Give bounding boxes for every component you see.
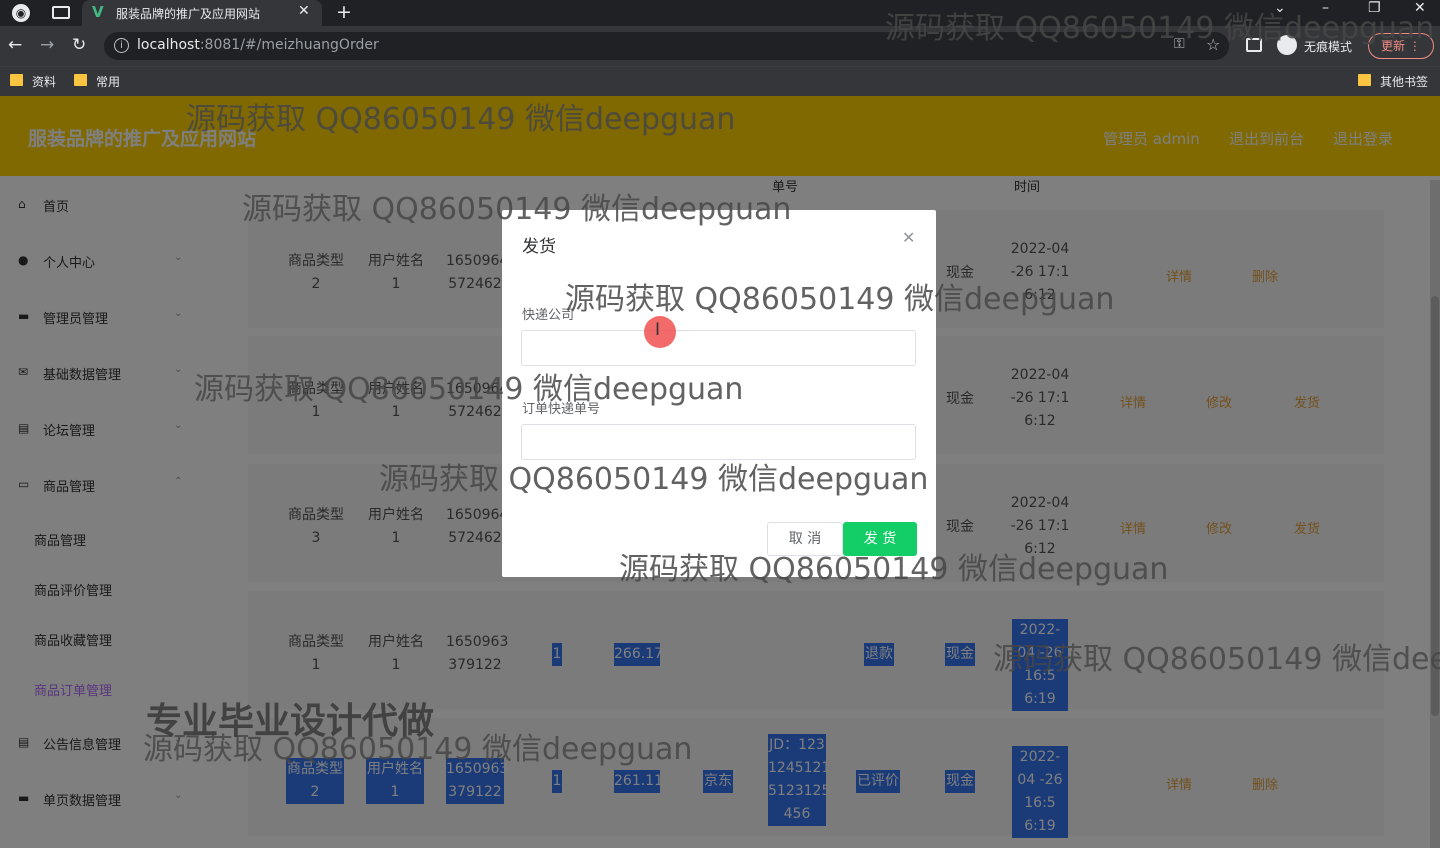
tab-close-icon[interactable]: ✕ [298, 3, 310, 19]
express-company-label: 快递公司 [522, 308, 575, 323]
reload-icon[interactable]: ↻ [72, 35, 86, 55]
bookmark-label: 常用 [96, 75, 121, 89]
address-bar[interactable]: i localhost:8081/#/meizhuangOrder ⚿ ☆ [104, 32, 1229, 60]
cancel-button[interactable]: 取 消 [767, 522, 843, 556]
tab-title: 服装品牌的推广及应用网站 [116, 7, 261, 21]
chrome-menu-icon[interactable]: ◉ [12, 4, 30, 22]
dialog-title: 发货 [522, 237, 556, 257]
bookmark-label: 其他书签 [1380, 75, 1429, 89]
bookmark-star-icon[interactable]: ☆ [1206, 35, 1220, 54]
password-key-icon[interactable]: ⚿ [1174, 36, 1185, 52]
minimize-icon[interactable]: – [1322, 0, 1329, 16]
ship-dialog: 发货 ✕ 快递公司 订单快递单号 取 消 发 货 [502, 210, 936, 577]
other-bookmarks[interactable]: 其他书签 [1358, 73, 1428, 90]
side-panel-icon[interactable] [1246, 38, 1262, 52]
restore-icon[interactable]: ❐ [1368, 0, 1381, 16]
bookmark-folder-changyong[interactable]: 常用 [74, 73, 120, 90]
bookmark-label: 资料 [32, 75, 57, 89]
folder-icon [74, 74, 87, 86]
ship-confirm-button[interactable]: 发 货 [843, 522, 917, 556]
incognito-icon[interactable] [1277, 35, 1297, 55]
tab-search-icon[interactable] [52, 6, 70, 19]
express-company-input[interactable] [521, 330, 916, 366]
vue-favicon-icon: V [92, 3, 104, 21]
folder-icon [10, 74, 23, 86]
incognito-label: 无痕模式 [1304, 40, 1353, 54]
browser-tab-strip: ◉ V 服装品牌的推广及应用网站 ✕ + ⌄ – ❐ ✕ [0, 0, 1440, 26]
tab-list-chevron-icon[interactable]: ⌄ [1274, 0, 1286, 16]
url-text: localhost:8081/#/meizhuangOrder [137, 37, 379, 53]
text-cursor-icon: I [655, 320, 661, 340]
tracking-number-input[interactable] [521, 424, 916, 460]
back-icon[interactable]: ← [8, 35, 22, 55]
close-icon[interactable]: ✕ [902, 228, 915, 247]
bookmark-folder-ziliao[interactable]: 资料 [10, 73, 56, 90]
browser-toolbar: ← → ↻ i localhost:8081/#/meizhuangOrder … [0, 26, 1440, 66]
site-info-icon[interactable]: i [114, 38, 129, 53]
tracking-number-label: 订单快递单号 [522, 402, 601, 417]
folder-icon [1358, 74, 1371, 86]
new-tab-icon[interactable]: + [336, 1, 352, 23]
forward-icon[interactable]: → [40, 35, 54, 55]
bookmarks-bar: 资料 常用 其他书签 [0, 66, 1440, 96]
browser-tab-active[interactable]: V 服装品牌的推广及应用网站 ✕ [82, 0, 322, 26]
update-button[interactable]: 更新 ⋮ [1368, 33, 1434, 59]
update-label: 更新 [1381, 39, 1406, 53]
window-close-icon[interactable]: ✕ [1414, 0, 1426, 16]
